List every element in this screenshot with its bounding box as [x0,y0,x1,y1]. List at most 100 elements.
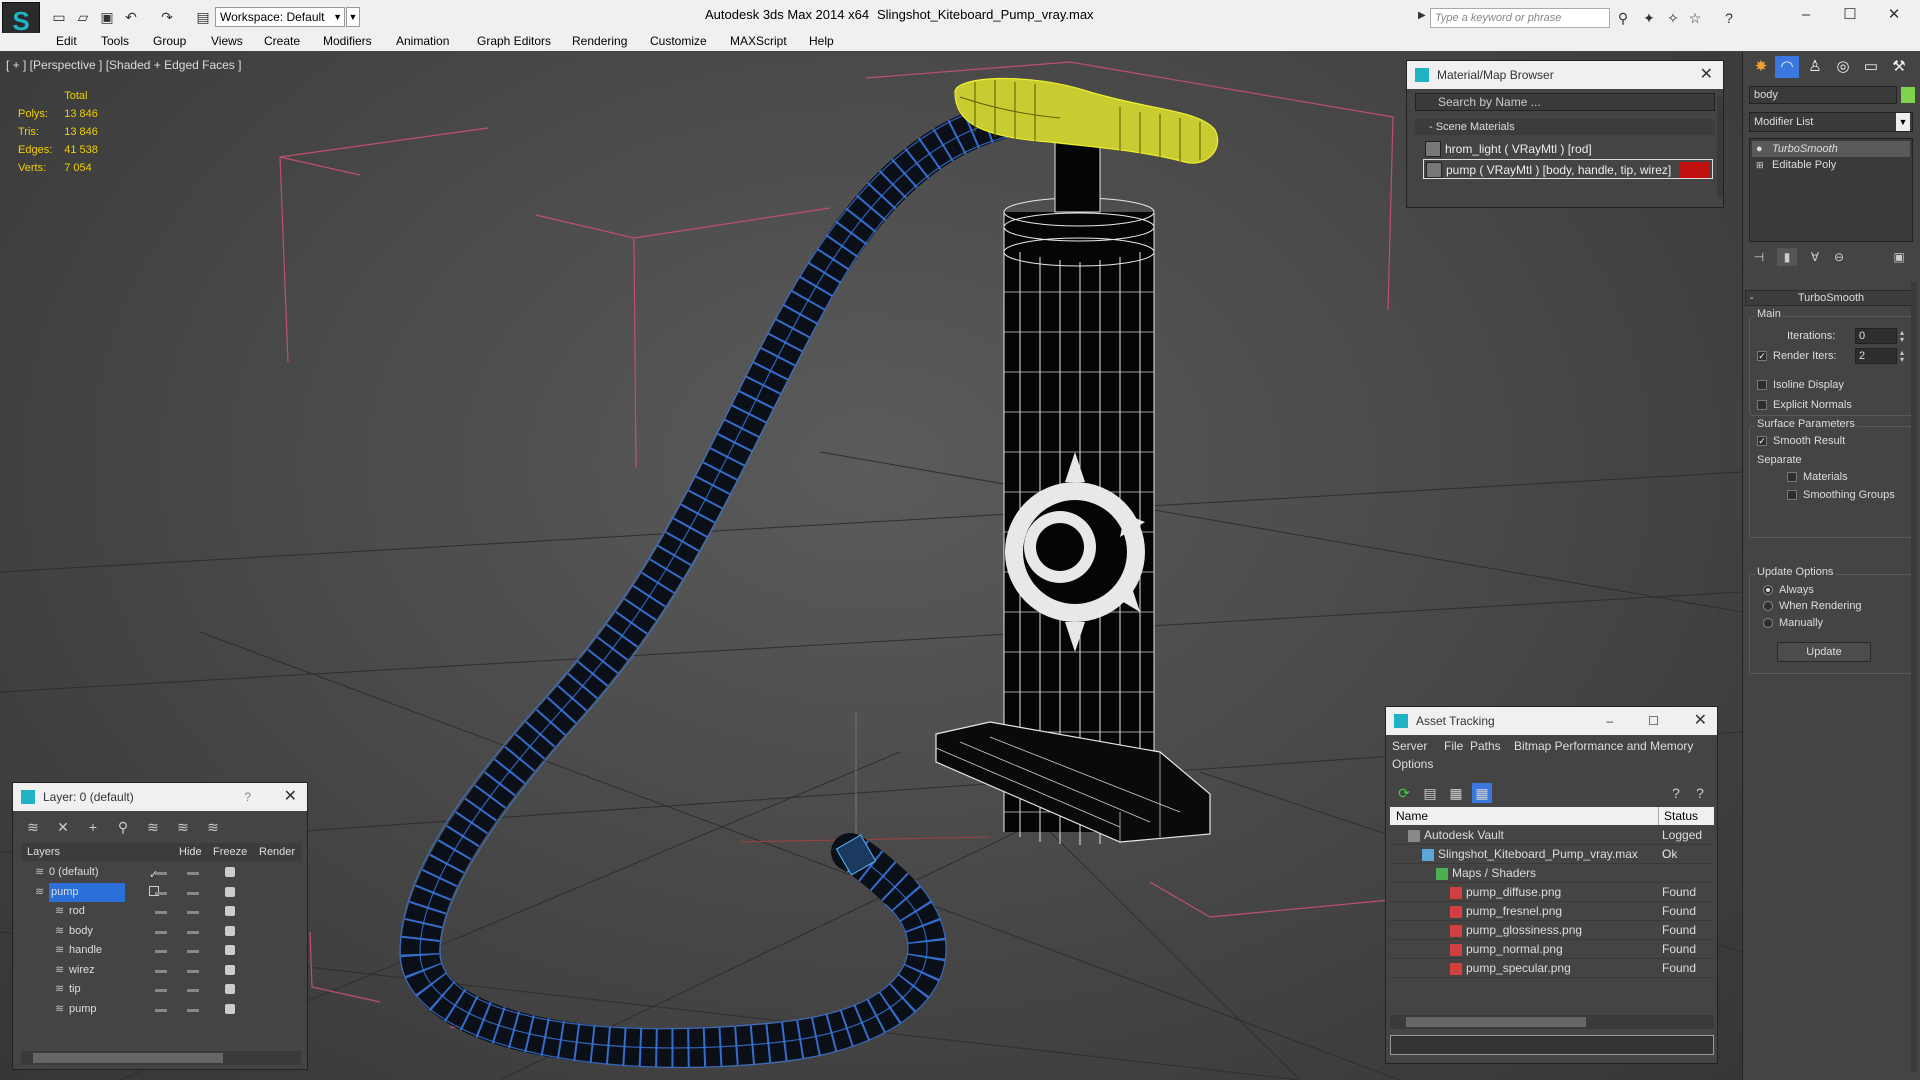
freeze-toggle[interactable] [187,872,199,875]
menu-edit[interactable]: Edit [56,34,77,48]
scrollbar-thumb[interactable] [33,1053,223,1063]
render-teapot-icon[interactable] [225,964,235,975]
modifier-list-dropdown[interactable]: Modifier List ▼ [1749,112,1913,132]
asset-row[interactable]: pump_diffuse.png Found [1390,883,1714,902]
hide-toggle[interactable] [155,872,167,875]
render-teapot-icon[interactable] [225,867,235,877]
menu-modifiers[interactable]: Modifiers [323,34,372,48]
close-icon[interactable]: ✕ [1874,4,1914,26]
favorites-star-icon[interactable]: ☆ [1686,9,1704,27]
select-objects-icon[interactable]: ⚲ [113,817,133,837]
render-teapot-icon[interactable] [225,984,235,994]
menu-graph-editors[interactable]: Graph Editors [477,34,551,48]
column-layers[interactable]: Layers [27,843,60,861]
render-teapot-icon[interactable] [225,925,235,936]
smooth-result-checkbox[interactable]: ✓ [1757,436,1767,446]
iterations-spinner[interactable]: 0 [1855,328,1908,344]
render-teapot-icon[interactable] [225,1003,235,1014]
explicit-normals-checkbox[interactable] [1757,400,1767,410]
configure-modifier-sets-icon[interactable]: ▣ [1889,248,1909,266]
remove-modifier-icon[interactable]: ⊖ [1829,248,1849,266]
redo-icon[interactable]: ↷ [158,8,176,26]
show-end-result-icon[interactable]: ▮ [1777,248,1797,266]
hide-toggle[interactable] [155,969,167,973]
menu-options[interactable]: Options [1392,757,1433,771]
asset-row[interactable]: pump_fresnel.png Found [1390,902,1714,921]
make-unique-icon[interactable]: ∀ [1805,248,1825,266]
update-button[interactable]: Update [1777,642,1871,662]
hide-toggle[interactable] [155,989,167,992]
help-icon[interactable]: ? [1720,9,1738,27]
asset-row[interactable]: pump_specular.png Found [1390,959,1714,978]
command-panel-scrollbar[interactable] [1911,282,1917,1072]
column-freeze[interactable]: Freeze [213,843,247,861]
render-teapot-icon[interactable] [225,906,235,916]
modify-tab-icon[interactable]: ◠ [1775,56,1799,78]
menu-server[interactable]: Server [1392,739,1427,753]
layer-manager-titlebar[interactable]: Layer: 0 (default) ? ✕ [13,783,307,811]
column-hide[interactable]: Hide [179,843,202,861]
search-expand-icon[interactable]: ▶ [1418,10,1426,21]
menu-create[interactable]: Create [264,34,300,48]
lightbulb-icon[interactable]: ● [1756,141,1763,157]
pin-stack-icon[interactable]: ⊣ [1749,248,1769,266]
close-icon[interactable]: ✕ [284,783,297,811]
layer-row[interactable]: ≋ pump [21,1000,301,1019]
workspace-menu-icon[interactable]: ▼ [346,7,360,27]
communication-icon[interactable]: ✧ [1664,9,1682,27]
layer-row[interactable]: ≋ rod [21,902,301,921]
isoline-display-checkbox[interactable] [1757,380,1767,390]
new-file-icon[interactable]: ▭ [50,8,68,26]
asset-list-scrollbar[interactable] [1390,1015,1714,1029]
menu-views[interactable]: Views [211,34,243,48]
help-button[interactable]: ? [244,783,251,811]
binoculars-icon[interactable]: ⚲ [1614,9,1632,27]
menu-help[interactable]: Help [809,34,834,48]
render-iters-checkbox[interactable]: ✓ [1757,351,1767,361]
asset-tracking-titlebar[interactable]: Asset Tracking – ☐ ✕ [1386,707,1717,735]
hierarchy-tab-icon[interactable]: ♙ [1803,56,1827,78]
menu-paths[interactable]: Paths [1470,739,1501,753]
hide-toggle[interactable] [155,1008,167,1012]
asset-row[interactable]: pump_normal.png Found [1390,940,1714,959]
table-view-icon[interactable]: ▦ [1472,783,1492,803]
material-item[interactable]: hrom_light ( VRayMtl ) [rod] [1423,139,1713,159]
separate-materials-checkbox[interactable] [1787,472,1797,482]
render-iters-spinner[interactable]: 2 [1855,348,1908,364]
object-color-swatch[interactable] [1901,87,1915,103]
subscription-icon[interactable]: ✦ [1640,9,1658,27]
motion-tab-icon[interactable]: ◎ [1831,56,1855,78]
create-layer-icon[interactable]: ≋ [23,817,43,837]
freeze-toggle[interactable] [187,891,199,895]
add-to-layer-icon[interactable]: + [83,817,103,837]
stack-item-editable-poly[interactable]: ⊞ Editable Poly [1752,157,1910,173]
freeze-toggle[interactable] [187,930,199,934]
menu-customize[interactable]: Customize [650,34,707,48]
hide-toggle[interactable] [155,950,167,953]
freeze-toggle[interactable] [187,1008,199,1012]
material-browser-titlebar[interactable]: Material/Map Browser ✕ [1407,61,1723,89]
minimize-icon[interactable]: – [1786,4,1826,26]
menu-maxscript[interactable]: MAXScript [730,34,787,48]
asset-row[interactable]: Autodesk Vault Logged O [1390,826,1714,861]
thumbnail-view-icon[interactable]: ▦ [1446,783,1466,803]
turbosmooth-rollout-header[interactable]: - TurboSmooth [1745,290,1917,306]
maximize-icon[interactable]: ☐ [1648,707,1659,735]
render-teapot-icon[interactable] [225,945,235,955]
menu-file[interactable]: File [1444,739,1463,753]
menu-bitmap-performance[interactable]: Bitmap Performance and Memory [1514,739,1693,753]
refresh-icon[interactable]: ⟳ [1394,783,1414,803]
layer-list-scrollbar[interactable] [21,1051,301,1065]
layer-row[interactable]: ≋ body [21,922,301,941]
hide-toggle[interactable] [155,930,167,934]
column-status[interactable]: Status [1664,807,1698,825]
delete-layer-icon[interactable]: ✕ [53,817,73,837]
freeze-toggle[interactable] [187,989,199,992]
freeze-toggle[interactable] [187,969,199,973]
hide-all-layers-icon[interactable]: ≋ [173,817,193,837]
save-icon[interactable]: ▣ [98,8,116,26]
keyword-search-input[interactable]: Type a keyword or phrase [1430,8,1610,28]
create-tab-icon[interactable]: ✸ [1749,56,1773,78]
menu-animation[interactable]: Animation [396,34,449,48]
context-help-icon[interactable]: ? [1690,783,1710,803]
